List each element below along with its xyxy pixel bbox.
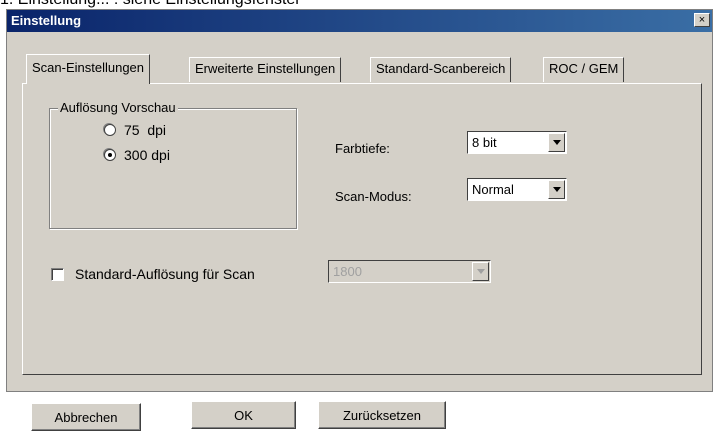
- radio-selected-dot: [108, 153, 112, 157]
- tab-standard-scanbereich[interactable]: Standard-Scanbereich: [370, 57, 512, 82]
- radio-label: 300 dpi: [124, 147, 170, 163]
- chevron-down-icon[interactable]: [548, 133, 565, 152]
- color-depth-label: Farbtiefe:: [335, 141, 390, 156]
- cancel-button[interactable]: Abbrechen: [31, 403, 141, 431]
- default-resolution-label: Standard-Auflösung für Scan: [75, 266, 255, 282]
- title-bar[interactable]: Einstellung ×: [7, 10, 712, 32]
- button-label: Abbrechen: [54, 409, 118, 425]
- tab-scan-einstellungen[interactable]: Scan-Einstellungen: [26, 54, 151, 84]
- scan-mode-label: Scan-Modus:: [335, 189, 412, 204]
- chevron-down-icon[interactable]: [548, 180, 565, 199]
- settings-dialog: Einstellung × Scan-Einstellungen Erweite…: [6, 9, 713, 392]
- preview-resolution-group: Auflösung Vorschau 75 dpi 300 dpi: [49, 100, 297, 229]
- default-resolution-checkbox[interactable]: [51, 268, 64, 281]
- tab-erweiterte-einstellungen[interactable]: Erweiterte Einstellungen: [189, 57, 342, 82]
- radio-300-dpi[interactable]: 300 dpi: [104, 147, 170, 163]
- color-depth-select[interactable]: 8 bit: [467, 131, 567, 154]
- button-label: Zurücksetzen: [342, 407, 422, 423]
- tab-label: Scan-Einstellungen: [32, 60, 145, 75]
- caption-text: 1. Einstellung... : siehe Einstellungsfe…: [0, 0, 301, 9]
- window-title: Einstellung: [11, 13, 82, 28]
- reset-button[interactable]: Zurücksetzen: [318, 401, 446, 429]
- tab-label: ROC / GEM: [549, 61, 619, 76]
- radio-75-dpi[interactable]: 75 dpi: [104, 122, 166, 138]
- radio-button[interactable]: [104, 149, 116, 161]
- scan-mode-select[interactable]: Normal: [467, 178, 567, 201]
- tab-label: Erweiterte Einstellungen: [195, 61, 336, 76]
- ok-button[interactable]: OK: [191, 401, 296, 429]
- default-resolution-select[interactable]: 1800: [328, 260, 491, 283]
- close-button[interactable]: ×: [694, 13, 710, 27]
- tab-label: Standard-Scanbereich: [376, 61, 506, 76]
- select-value: 1800: [333, 264, 362, 279]
- group-legend: Auflösung Vorschau: [58, 100, 178, 115]
- chevron-down-icon[interactable]: [472, 262, 489, 281]
- select-value: 8 bit: [472, 135, 497, 150]
- radio-label: 75 dpi: [124, 122, 167, 138]
- button-label: OK: [234, 407, 253, 423]
- select-value: Normal: [472, 182, 514, 197]
- radio-button[interactable]: [104, 124, 116, 136]
- close-icon: ×: [698, 14, 706, 26]
- tab-panel-scan-einstellungen: Auflösung Vorschau 75 dpi 300 dpi Farbti…: [22, 83, 702, 375]
- tab-roc-gem[interactable]: ROC / GEM: [543, 57, 625, 82]
